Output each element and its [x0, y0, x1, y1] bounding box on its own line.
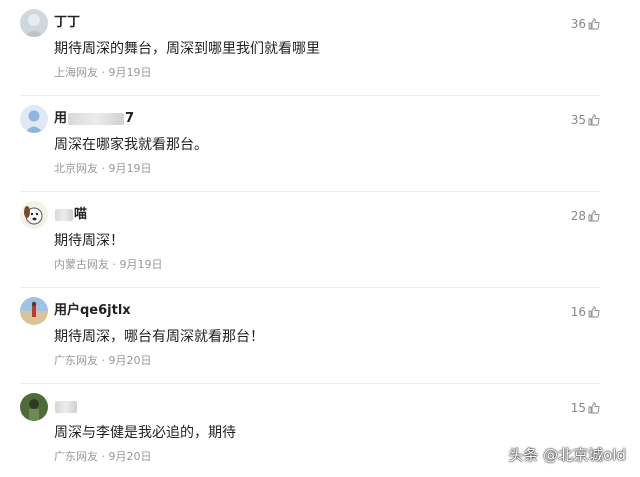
comment-date: 9月19日 — [108, 66, 152, 79]
user-avatar[interactable] — [20, 201, 48, 229]
like-button[interactable]: 28 — [571, 209, 600, 223]
comment-meta: 北京网友 · 9月19日 — [54, 162, 152, 176]
comment-item: 用户qe6jtlx 16 期待周深，哪台有周深就看那台！ 广东网友 · 9月20… — [0, 288, 640, 384]
user-avatar[interactable] — [20, 393, 48, 421]
thumbs-up-icon — [588, 402, 600, 414]
like-button[interactable]: 15 — [571, 401, 600, 415]
meta-separator: · — [101, 162, 106, 175]
thumbs-up-icon — [588, 210, 600, 222]
comment-location: 北京网友 — [54, 162, 98, 175]
meta-separator: · — [101, 354, 106, 367]
user-avatar[interactable] — [20, 105, 48, 133]
comment-item: 丁丁 36 期待周深的舞台，周深到哪里我们就看哪里 上海网友 · 9月19日 — [0, 0, 640, 96]
like-count: 15 — [570, 401, 586, 415]
username[interactable] — [54, 399, 78, 415]
username[interactable]: 用7 — [54, 111, 134, 127]
comment-location: 广东网友 — [54, 354, 98, 367]
user-avatar[interactable] — [20, 9, 48, 37]
blurred-username — [68, 112, 125, 125]
like-count: 36 — [570, 17, 586, 31]
comment-meta: 广东网友 · 9月20日 — [54, 354, 152, 368]
username[interactable]: 丁丁 — [54, 15, 80, 31]
comment-date: 9月19日 — [108, 162, 152, 175]
thumbs-up-icon — [588, 306, 600, 318]
blurred-username — [55, 208, 73, 221]
comment-date: 9月19日 — [119, 258, 163, 271]
thumbs-up-icon — [588, 114, 600, 126]
username-suffix: 7 — [125, 111, 135, 126]
watermark: 头条 @北京城old — [508, 446, 626, 464]
comment-text: 期待周深，哪台有周深就看那台！ — [54, 329, 264, 345]
comment-date: 9月20日 — [108, 450, 152, 463]
meta-separator: · — [101, 450, 106, 463]
username[interactable]: 喵 — [54, 207, 87, 223]
comment-text: 期待周深！ — [54, 233, 124, 249]
meta-separator: · — [112, 258, 117, 271]
comment-location: 上海网友 — [54, 66, 98, 79]
username-prefix: 用 — [54, 111, 68, 126]
like-count: 16 — [570, 305, 586, 319]
like-button[interactable]: 16 — [571, 305, 600, 319]
comment-date: 9月20日 — [108, 354, 152, 367]
blurred-username — [55, 400, 77, 413]
comment-location: 内蒙古网友 — [54, 258, 109, 271]
comment-text: 周深与李健是我必追的，期待 — [54, 425, 236, 441]
comment-item: 喵 28 期待周深！ 内蒙古网友 · 9月19日 — [0, 192, 640, 288]
comment-meta: 内蒙古网友 · 9月19日 — [54, 258, 163, 272]
username-suffix: 喵 — [74, 207, 88, 222]
comment-text: 周深在哪家我就看那台。 — [54, 137, 208, 153]
like-button[interactable]: 36 — [571, 17, 600, 31]
comment-text: 期待周深的舞台，周深到哪里我们就看哪里 — [54, 41, 320, 57]
user-avatar[interactable] — [20, 297, 48, 325]
like-button[interactable]: 35 — [571, 113, 600, 127]
like-count: 35 — [570, 113, 586, 127]
comment-location: 广东网友 — [54, 450, 98, 463]
thumbs-up-icon — [588, 18, 600, 30]
comment-item: 用7 35 周深在哪家我就看那台。 北京网友 · 9月19日 — [0, 96, 640, 192]
comment-meta: 广东网友 · 9月20日 — [54, 450, 152, 464]
like-count: 28 — [570, 209, 586, 223]
comment-meta: 上海网友 · 9月19日 — [54, 66, 152, 80]
meta-separator: · — [101, 66, 106, 79]
username[interactable]: 用户qe6jtlx — [54, 303, 131, 319]
